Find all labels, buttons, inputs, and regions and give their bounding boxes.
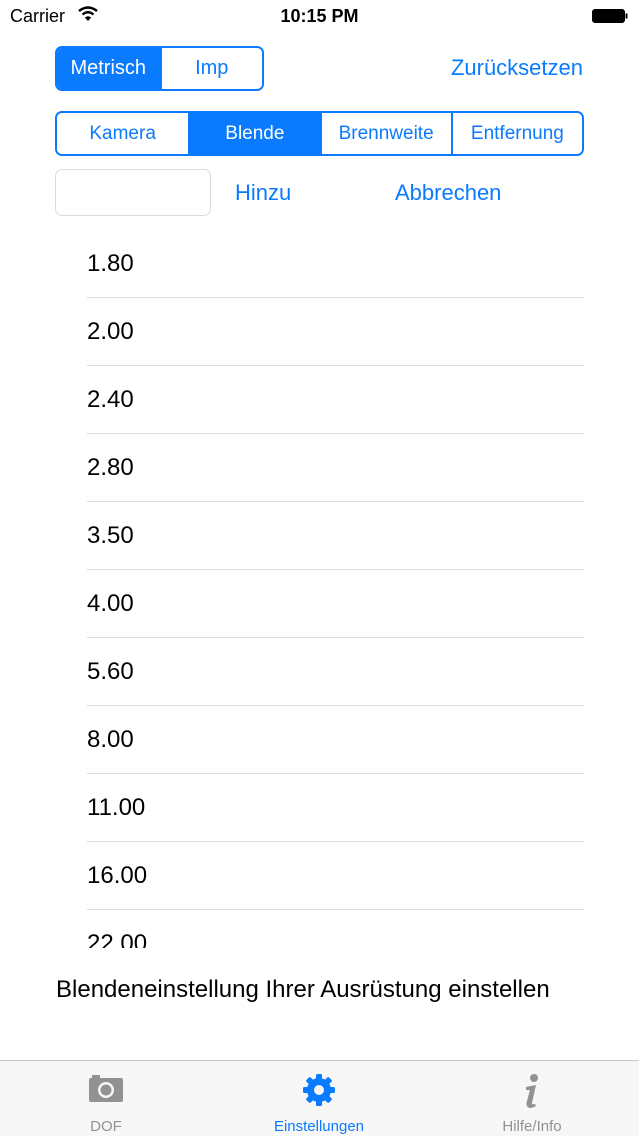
info-icon bbox=[526, 1074, 538, 1108]
tab-label: Hilfe/Info bbox=[502, 1118, 562, 1135]
list-item[interactable]: 5.60 bbox=[87, 638, 584, 706]
list-item[interactable]: 2.40 bbox=[87, 366, 584, 434]
aperture-list[interactable]: 1.80 2.00 2.40 2.80 3.50 4.00 5.60 8.00 … bbox=[87, 230, 584, 948]
list-item[interactable]: 1.80 bbox=[87, 230, 584, 298]
tab-label: DOF bbox=[90, 1118, 122, 1135]
reset-button[interactable]: Zurücksetzen bbox=[451, 55, 583, 81]
list-item[interactable]: 11.00 bbox=[87, 774, 584, 842]
instruction-text: Blendeneinstellung Ihrer Ausrüstung eins… bbox=[56, 976, 550, 1003]
battery-icon bbox=[592, 9, 628, 23]
segment-entfernung[interactable]: Entfernung bbox=[450, 113, 582, 154]
clock-label: 10:15 PM bbox=[280, 6, 359, 26]
list-item[interactable]: 4.00 bbox=[87, 570, 584, 638]
cancel-button[interactable]: Abbrechen bbox=[395, 180, 501, 206]
list-item[interactable]: 3.50 bbox=[87, 502, 584, 570]
list-item[interactable]: 16.00 bbox=[87, 842, 584, 910]
aperture-input[interactable] bbox=[55, 169, 211, 216]
tab-dof[interactable]: DOF bbox=[26, 1061, 186, 1137]
tab-label: Einstellungen bbox=[273, 1118, 365, 1135]
list-item[interactable]: 22.00 bbox=[87, 910, 584, 948]
list-item[interactable]: 2.00 bbox=[87, 298, 584, 366]
segment-blende[interactable]: Blende bbox=[188, 113, 320, 154]
segment-kamera[interactable]: Kamera bbox=[57, 113, 189, 154]
tab-settings[interactable]: Einstellungen bbox=[239, 1061, 399, 1137]
camera-icon bbox=[89, 1075, 123, 1102]
add-button[interactable]: Hinzu bbox=[235, 180, 291, 206]
units-segmented-control: Metrisch Imp bbox=[55, 46, 264, 91]
list-item[interactable]: 8.00 bbox=[87, 706, 584, 774]
segment-metrisch[interactable]: Metrisch bbox=[57, 48, 160, 89]
tab-help[interactable]: Hilfe/Info bbox=[452, 1061, 612, 1137]
list-item[interactable]: 2.80 bbox=[87, 434, 584, 502]
status-bar: Carrier 10:15 PM bbox=[0, 0, 639, 34]
segment-imp[interactable]: Imp bbox=[159, 48, 262, 89]
segment-brennweite[interactable]: Brennweite bbox=[319, 113, 451, 154]
tab-bar: DOF Einstellungen Hilfe/Info bbox=[0, 1060, 639, 1136]
category-segmented-control: Kamera Blende Brennweite Entfernung bbox=[55, 111, 584, 156]
gear-icon bbox=[303, 1074, 335, 1106]
